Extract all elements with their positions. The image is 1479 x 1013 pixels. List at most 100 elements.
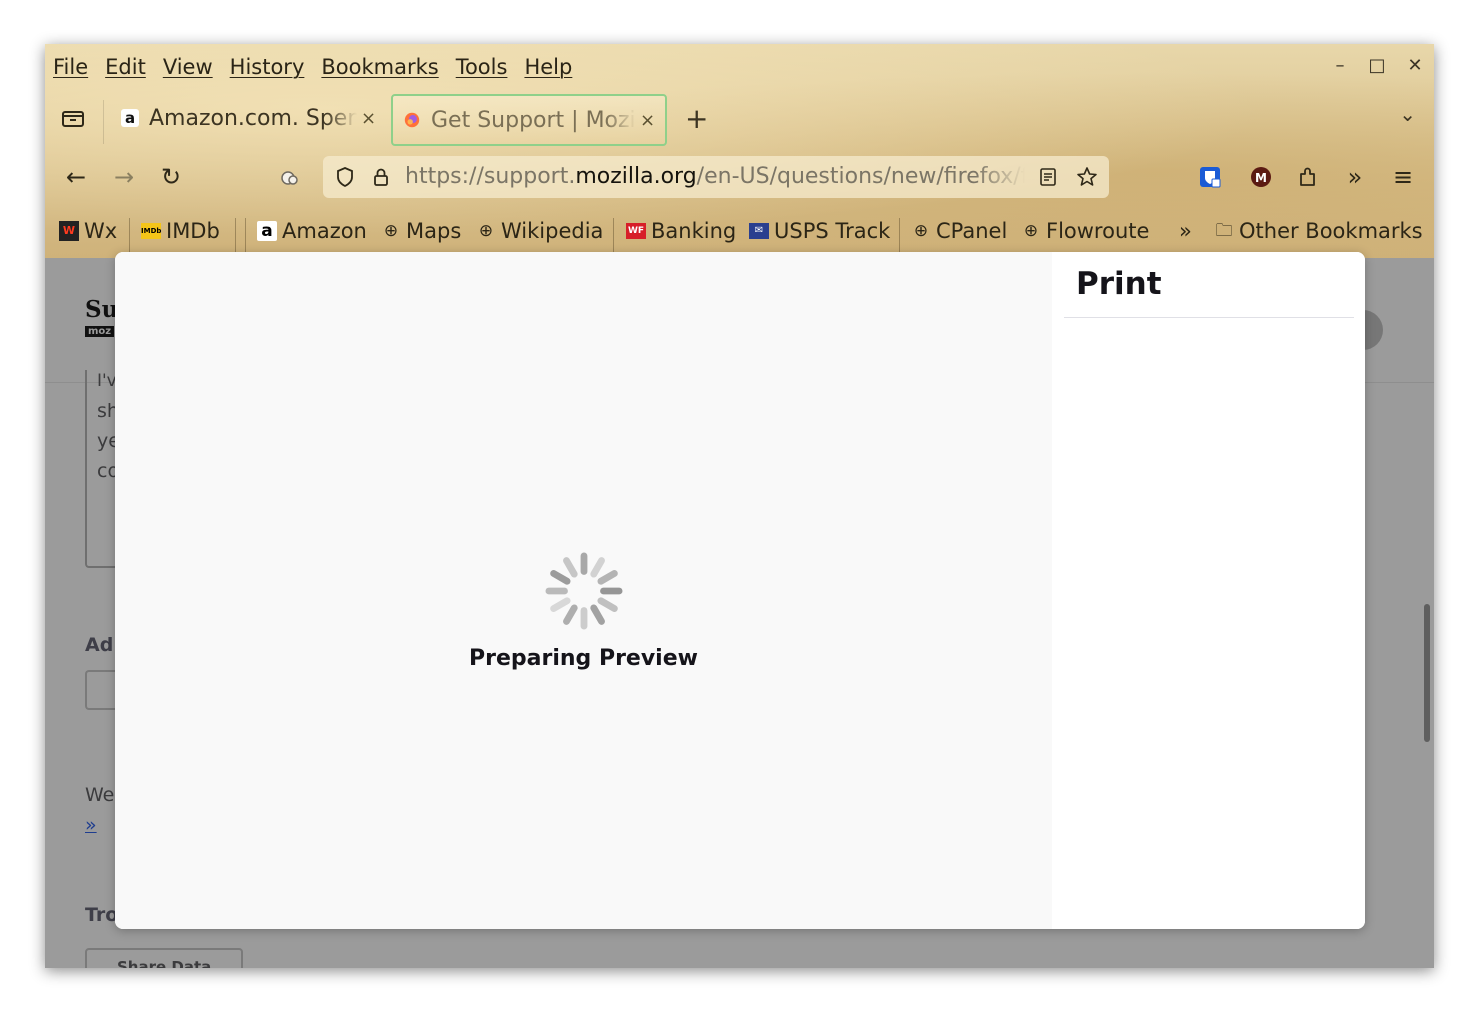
bookmark-other-bookmarks[interactable]: 🗀 Other Bookmarks <box>1214 216 1423 246</box>
extensions-puzzle-icon[interactable] <box>1295 164 1321 190</box>
bookmark-label: USPS Track <box>774 219 891 243</box>
bookmark-banking[interactable]: WF Banking <box>626 216 736 246</box>
navigation-bar: ← → ↻ https://support.mozilla.org/en-US/… <box>45 152 1434 202</box>
menu-tools[interactable]: Tools <box>456 52 508 82</box>
tab-close-icon[interactable]: × <box>361 108 376 129</box>
toolbar-overflow-chevron-icon[interactable]: » <box>1340 162 1370 192</box>
extension-puzzle-cloud-icon[interactable] <box>278 166 302 190</box>
bookmark-maps[interactable]: ⊕ Maps <box>381 216 461 246</box>
spinner-spoke <box>590 604 605 625</box>
bookmark-label: Wikipedia <box>501 219 604 243</box>
url-domain: mozilla.org <box>575 164 697 189</box>
bookmark-amazon[interactable]: a Amazon <box>257 216 367 246</box>
bookmark-label: Other Bookmarks <box>1239 219 1423 243</box>
tab-close-icon[interactable]: × <box>640 110 655 131</box>
spinner-spoke <box>597 570 618 585</box>
spinner-spoke <box>563 557 578 578</box>
tab-mozilla-support[interactable]: Get Support | Mozilla Support × <box>391 94 667 146</box>
page-scrollbar[interactable] <box>1424 604 1430 742</box>
minimize-button[interactable]: – <box>1328 54 1352 78</box>
bookmark-wikipedia[interactable]: ⊕ Wikipedia <box>476 216 604 246</box>
print-title-divider <box>1064 317 1354 318</box>
spinner-spoke <box>597 597 618 612</box>
close-window-button[interactable]: ✕ <box>1403 54 1427 78</box>
browser-chrome: File Edit View History Bookmarks Tools H… <box>45 44 1434 258</box>
bookmark-label: Flowroute <box>1046 219 1150 243</box>
bookmark-separator <box>235 218 236 252</box>
back-button[interactable]: ← <box>61 162 91 192</box>
url-prefix: https://support. <box>405 164 576 189</box>
bookmark-label: Banking <box>651 219 737 243</box>
tab-list-icon[interactable] <box>59 105 87 131</box>
wf-icon: WF <box>626 223 646 239</box>
spinner-spoke <box>563 604 578 625</box>
account-avatar-icon[interactable]: M <box>1248 164 1274 190</box>
lock-icon[interactable] <box>369 165 393 189</box>
tab-bar: a Amazon.com. Spend less. Smile more. × … <box>45 92 1434 146</box>
bookmark-wx[interactable]: W Wx <box>59 216 117 246</box>
tab-amazon[interactable]: a Amazon.com. Spend less. Smile more. × <box>111 94 381 142</box>
forward-button[interactable]: → <box>109 162 139 192</box>
bookmark-imdb[interactable]: IMDb IMDb <box>141 216 220 246</box>
menu-view[interactable]: View <box>163 52 213 82</box>
print-preview-area: Preparing Preview <box>115 252 1052 929</box>
url-bar[interactable]: https://support.mozilla.org/en-US/questi… <box>323 156 1109 198</box>
url-text[interactable]: https://support.mozilla.org/en-US/questi… <box>405 163 1025 191</box>
share-data-label: Share Data <box>117 958 212 968</box>
bookmark-star-icon[interactable] <box>1075 165 1099 189</box>
spinner-spoke <box>550 597 571 612</box>
menu-file[interactable]: File <box>53 52 88 82</box>
amazon-icon: a <box>257 221 277 241</box>
print-dialog: Preparing Preview Print <box>115 252 1365 929</box>
bookmark-flowroute[interactable]: ⊕ Flowroute <box>1021 216 1150 246</box>
bookmarks-toolbar: W Wx IMDb IMDb a Amazon ⊕ Maps ⊕ Wikiped… <box>45 208 1434 254</box>
list-all-tabs-chevron-icon[interactable]: ⌄ <box>1399 102 1416 126</box>
spinner-spoke <box>550 570 571 585</box>
tracking-shield-icon[interactable] <box>333 165 357 189</box>
info-text: We <box>85 784 115 806</box>
learn-more-link[interactable]: » <box>85 814 97 836</box>
print-settings-sidebar: Print <box>1052 252 1365 929</box>
url-path: /en-US/questions/new/firefox/form <box>696 164 1025 189</box>
bookmarks-overflow-chevron-icon[interactable]: » <box>1179 216 1192 246</box>
bookmark-label: Wx <box>84 219 118 243</box>
reload-button[interactable]: ↻ <box>156 162 186 192</box>
share-data-button[interactable]: Share Data <box>85 948 243 968</box>
app-menu-hamburger-icon[interactable]: ≡ <box>1388 162 1418 192</box>
usps-icon: ✉ <box>749 223 769 239</box>
firefox-favicon-icon <box>404 112 420 128</box>
site-logo: Su <box>85 296 119 323</box>
spinner-spoke <box>590 557 605 578</box>
maximize-button[interactable]: □ <box>1365 54 1389 78</box>
preparing-preview-text: Preparing Preview <box>469 646 698 671</box>
menu-history[interactable]: History <box>230 52 305 82</box>
loading-spinner-icon <box>545 552 623 630</box>
section-heading: Tro <box>85 904 119 926</box>
globe-icon: ⊕ <box>383 221 399 241</box>
menu-bookmarks[interactable]: Bookmarks <box>321 52 438 82</box>
bookmark-separator <box>899 218 900 252</box>
bookmark-label: Maps <box>406 219 462 243</box>
section-heading: Ad <box>85 634 114 656</box>
bookmark-separator <box>129 218 130 252</box>
tab-title: Get Support | Mozilla Support <box>431 107 636 133</box>
bitwarden-extension-icon[interactable] <box>1197 164 1223 190</box>
svg-text:M: M <box>1255 171 1267 185</box>
bookmark-usps-track[interactable]: ✉ USPS Track <box>749 216 890 246</box>
menu-bar: File Edit View History Bookmarks Tools H… <box>45 52 572 82</box>
textarea-line: I'v <box>97 371 117 391</box>
menu-help[interactable]: Help <box>524 52 572 82</box>
print-dialog-title: Print <box>1076 266 1162 302</box>
globe-icon: ⊕ <box>1023 221 1039 241</box>
bookmark-cpanel[interactable]: ⊕ CPanel <box>911 216 1007 246</box>
menu-edit[interactable]: Edit <box>105 52 146 82</box>
bookmark-separator <box>245 218 246 252</box>
tab-title: Amazon.com. Spend less. Smile more. <box>149 105 357 131</box>
wx-icon: W <box>59 221 79 241</box>
bookmark-label: CPanel <box>936 219 1008 243</box>
reader-view-icon[interactable] <box>1037 166 1059 188</box>
bookmark-separator <box>613 218 614 252</box>
folder-icon: 🗀 <box>1215 221 1233 241</box>
new-tab-button[interactable]: + <box>685 102 708 135</box>
bookmark-label: Amazon <box>282 219 367 243</box>
